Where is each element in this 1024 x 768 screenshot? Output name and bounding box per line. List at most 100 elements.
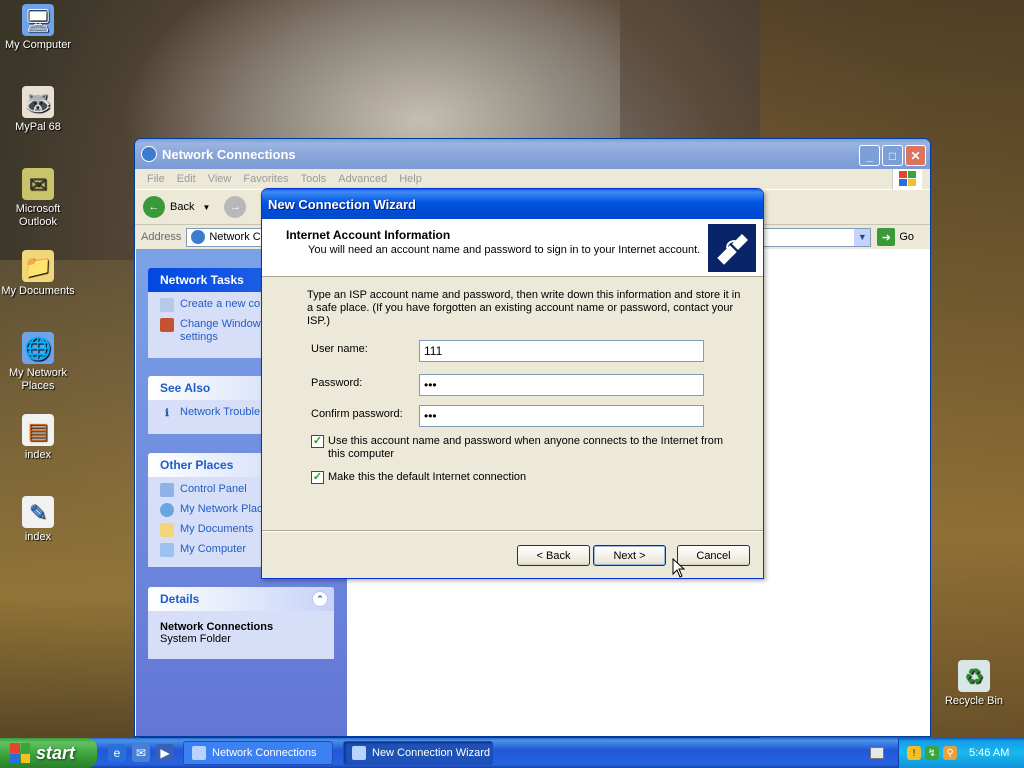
info-icon: ℹ bbox=[165, 407, 169, 419]
menu-edit[interactable]: Edit bbox=[171, 173, 202, 185]
window-title: Network Connections bbox=[162, 146, 296, 162]
caption-buttons: _ □ ✕ bbox=[859, 145, 926, 166]
link-label: Control Panel bbox=[180, 483, 247, 495]
wizard-icon bbox=[352, 746, 366, 760]
go-button[interactable]: ➜ Go bbox=[877, 228, 914, 246]
cancel-button[interactable]: Cancel bbox=[677, 545, 750, 566]
html-file-icon: ▤ bbox=[22, 414, 54, 446]
wizard-header: Internet Account Information You will ne… bbox=[262, 219, 763, 277]
outlook-express-icon[interactable]: ✉ bbox=[132, 744, 150, 762]
menu-tools[interactable]: Tools bbox=[295, 173, 333, 185]
link-label: Network Trouble bbox=[180, 406, 261, 418]
panel-title: Network Tasks bbox=[160, 273, 244, 287]
default-connection-checkbox[interactable]: ✓ Make this the default Internet connect… bbox=[311, 471, 526, 484]
next-button[interactable]: Next > bbox=[593, 545, 666, 566]
details-panel: Details ⌃ Network Connections System Fol… bbox=[148, 587, 334, 659]
username-label: User name: bbox=[311, 343, 368, 355]
taskbar-button-label: New Connection Wizard bbox=[372, 747, 490, 759]
checkbox-checked-icon[interactable]: ✓ bbox=[311, 435, 324, 448]
network-connections-icon bbox=[141, 146, 157, 162]
menu-favorites[interactable]: Favorites bbox=[237, 173, 294, 185]
link-label: Change Window settings bbox=[180, 318, 261, 344]
raccoon-icon: 🦝 bbox=[22, 86, 54, 118]
wizard-separator bbox=[262, 530, 763, 532]
password-input[interactable]: ••• bbox=[419, 374, 704, 396]
minimize-button[interactable]: _ bbox=[859, 145, 880, 166]
forward-button[interactable]: → bbox=[224, 196, 251, 218]
wizard-header-subtitle: You will need an account name and passwo… bbox=[308, 244, 701, 256]
wizard-titlebar[interactable]: New Connection Wizard bbox=[262, 189, 763, 219]
back-button[interactable]: < Back bbox=[517, 545, 590, 566]
network-connections-icon bbox=[192, 746, 206, 760]
wizard-intro-text: Type an ISP account name and password, t… bbox=[307, 289, 741, 327]
link-label: My Network Plac bbox=[180, 503, 263, 515]
desktop-icon-my-computer[interactable]: 🖥 My Computer bbox=[0, 4, 76, 52]
start-button[interactable]: start bbox=[0, 738, 97, 768]
go-label: Go bbox=[899, 231, 915, 243]
username-input[interactable]: 111 bbox=[419, 340, 704, 362]
network-icon: 🌐 bbox=[22, 332, 54, 364]
image-file-icon: ✎ bbox=[22, 496, 54, 528]
mouse-cursor-icon bbox=[672, 558, 686, 578]
go-arrow-icon: ➜ bbox=[877, 228, 896, 246]
details-header[interactable]: Details ⌃ bbox=[148, 587, 334, 611]
password-label: Password: bbox=[311, 377, 363, 389]
network-icon bbox=[160, 503, 174, 517]
media-player-icon[interactable]: ▶ bbox=[156, 744, 174, 762]
back-label: Back bbox=[170, 201, 195, 213]
desktop-icon-index-image[interactable]: ✎ index bbox=[0, 496, 76, 544]
quick-launch: e ✉ ▶ bbox=[108, 744, 174, 762]
computer-icon: 🖥 bbox=[22, 4, 54, 36]
chevron-down-icon[interactable]: ▼ bbox=[202, 203, 210, 212]
default-connection-label: Make this the default Internet connectio… bbox=[328, 471, 527, 483]
maximize-button[interactable]: □ bbox=[882, 145, 903, 166]
link-label-line2: settings bbox=[180, 331, 218, 343]
menu-advanced[interactable]: Advanced bbox=[332, 173, 393, 185]
desktop-icon-my-documents[interactable]: 📁 My Documents bbox=[0, 250, 76, 298]
details-type: System Folder bbox=[160, 633, 231, 645]
menu-file[interactable]: File bbox=[141, 173, 171, 185]
panel-title: Other Places bbox=[160, 458, 234, 472]
link-label: Create a new co bbox=[180, 298, 261, 310]
checkbox-checked-icon[interactable]: ✓ bbox=[311, 471, 324, 484]
keyboard-icon[interactable] bbox=[870, 747, 884, 759]
use-account-checkbox[interactable]: ✓ Use this account name and password whe… bbox=[311, 435, 731, 461]
desktop-icon-label: Recycle Bin bbox=[944, 695, 1004, 707]
folder-icon bbox=[160, 523, 174, 537]
wizard-title: New Connection Wizard bbox=[268, 196, 416, 212]
control-panel-icon bbox=[160, 483, 174, 497]
outlook-icon: ✉ bbox=[22, 168, 54, 200]
menu-help[interactable]: Help bbox=[393, 173, 428, 185]
confirm-password-input[interactable]: ••• bbox=[419, 405, 704, 427]
wizard-header-title: Internet Account Information bbox=[286, 228, 451, 242]
connection-wizard-icon bbox=[707, 223, 757, 273]
clock[interactable]: 5:46 AM bbox=[969, 747, 1009, 759]
desktop-icon-label: index bbox=[24, 449, 52, 461]
new-connection-wizard-dialog: New Connection Wizard Internet Account I… bbox=[261, 188, 764, 579]
link-label: My Documents bbox=[180, 523, 254, 535]
desktop-icon-my-network-places[interactable]: 🌐 My Network Places bbox=[0, 332, 76, 393]
taskbar-button-network-connections[interactable]: Network Connections bbox=[183, 741, 333, 765]
address-value: Network Co bbox=[209, 231, 267, 243]
collapse-icon[interactable]: ⌃ bbox=[312, 591, 328, 607]
taskbar-button-new-connection-wizard[interactable]: New Connection Wizard bbox=[343, 741, 493, 765]
desktop-icon-index-html[interactable]: ▤ index bbox=[0, 414, 76, 462]
network-status-icon[interactable]: ↯ bbox=[925, 746, 939, 760]
close-button[interactable]: ✕ bbox=[905, 145, 926, 166]
search-icon[interactable]: ⚲ bbox=[943, 746, 957, 760]
security-shield-icon[interactable]: ! bbox=[907, 746, 921, 760]
desktop-icon-label: My Network Places bbox=[8, 367, 68, 392]
back-button[interactable]: ← Back ▼ bbox=[143, 196, 210, 218]
desktop-icon-outlook[interactable]: ✉ Microsoft Outlook bbox=[0, 168, 76, 229]
address-dropdown-icon[interactable]: ▼ bbox=[854, 228, 871, 246]
desktop-icon-mypal[interactable]: 🦝 MyPal 68 bbox=[0, 86, 76, 134]
taskbar: start e ✉ ▶ Network Connections New Conn… bbox=[0, 738, 1024, 768]
menu-view[interactable]: View bbox=[202, 173, 238, 185]
link-label: My Computer bbox=[180, 543, 247, 555]
windows-flag-icon bbox=[10, 743, 30, 763]
internet-explorer-icon[interactable]: e bbox=[108, 744, 126, 762]
window-titlebar[interactable]: Network Connections bbox=[135, 139, 930, 169]
desktop-icon-recycle-bin[interactable]: ♻ Recycle Bin bbox=[936, 660, 1012, 708]
system-tray: ! ↯ ⚲ 5:46 AM bbox=[898, 738, 1024, 768]
confirm-password-label: Confirm password: bbox=[311, 408, 403, 420]
